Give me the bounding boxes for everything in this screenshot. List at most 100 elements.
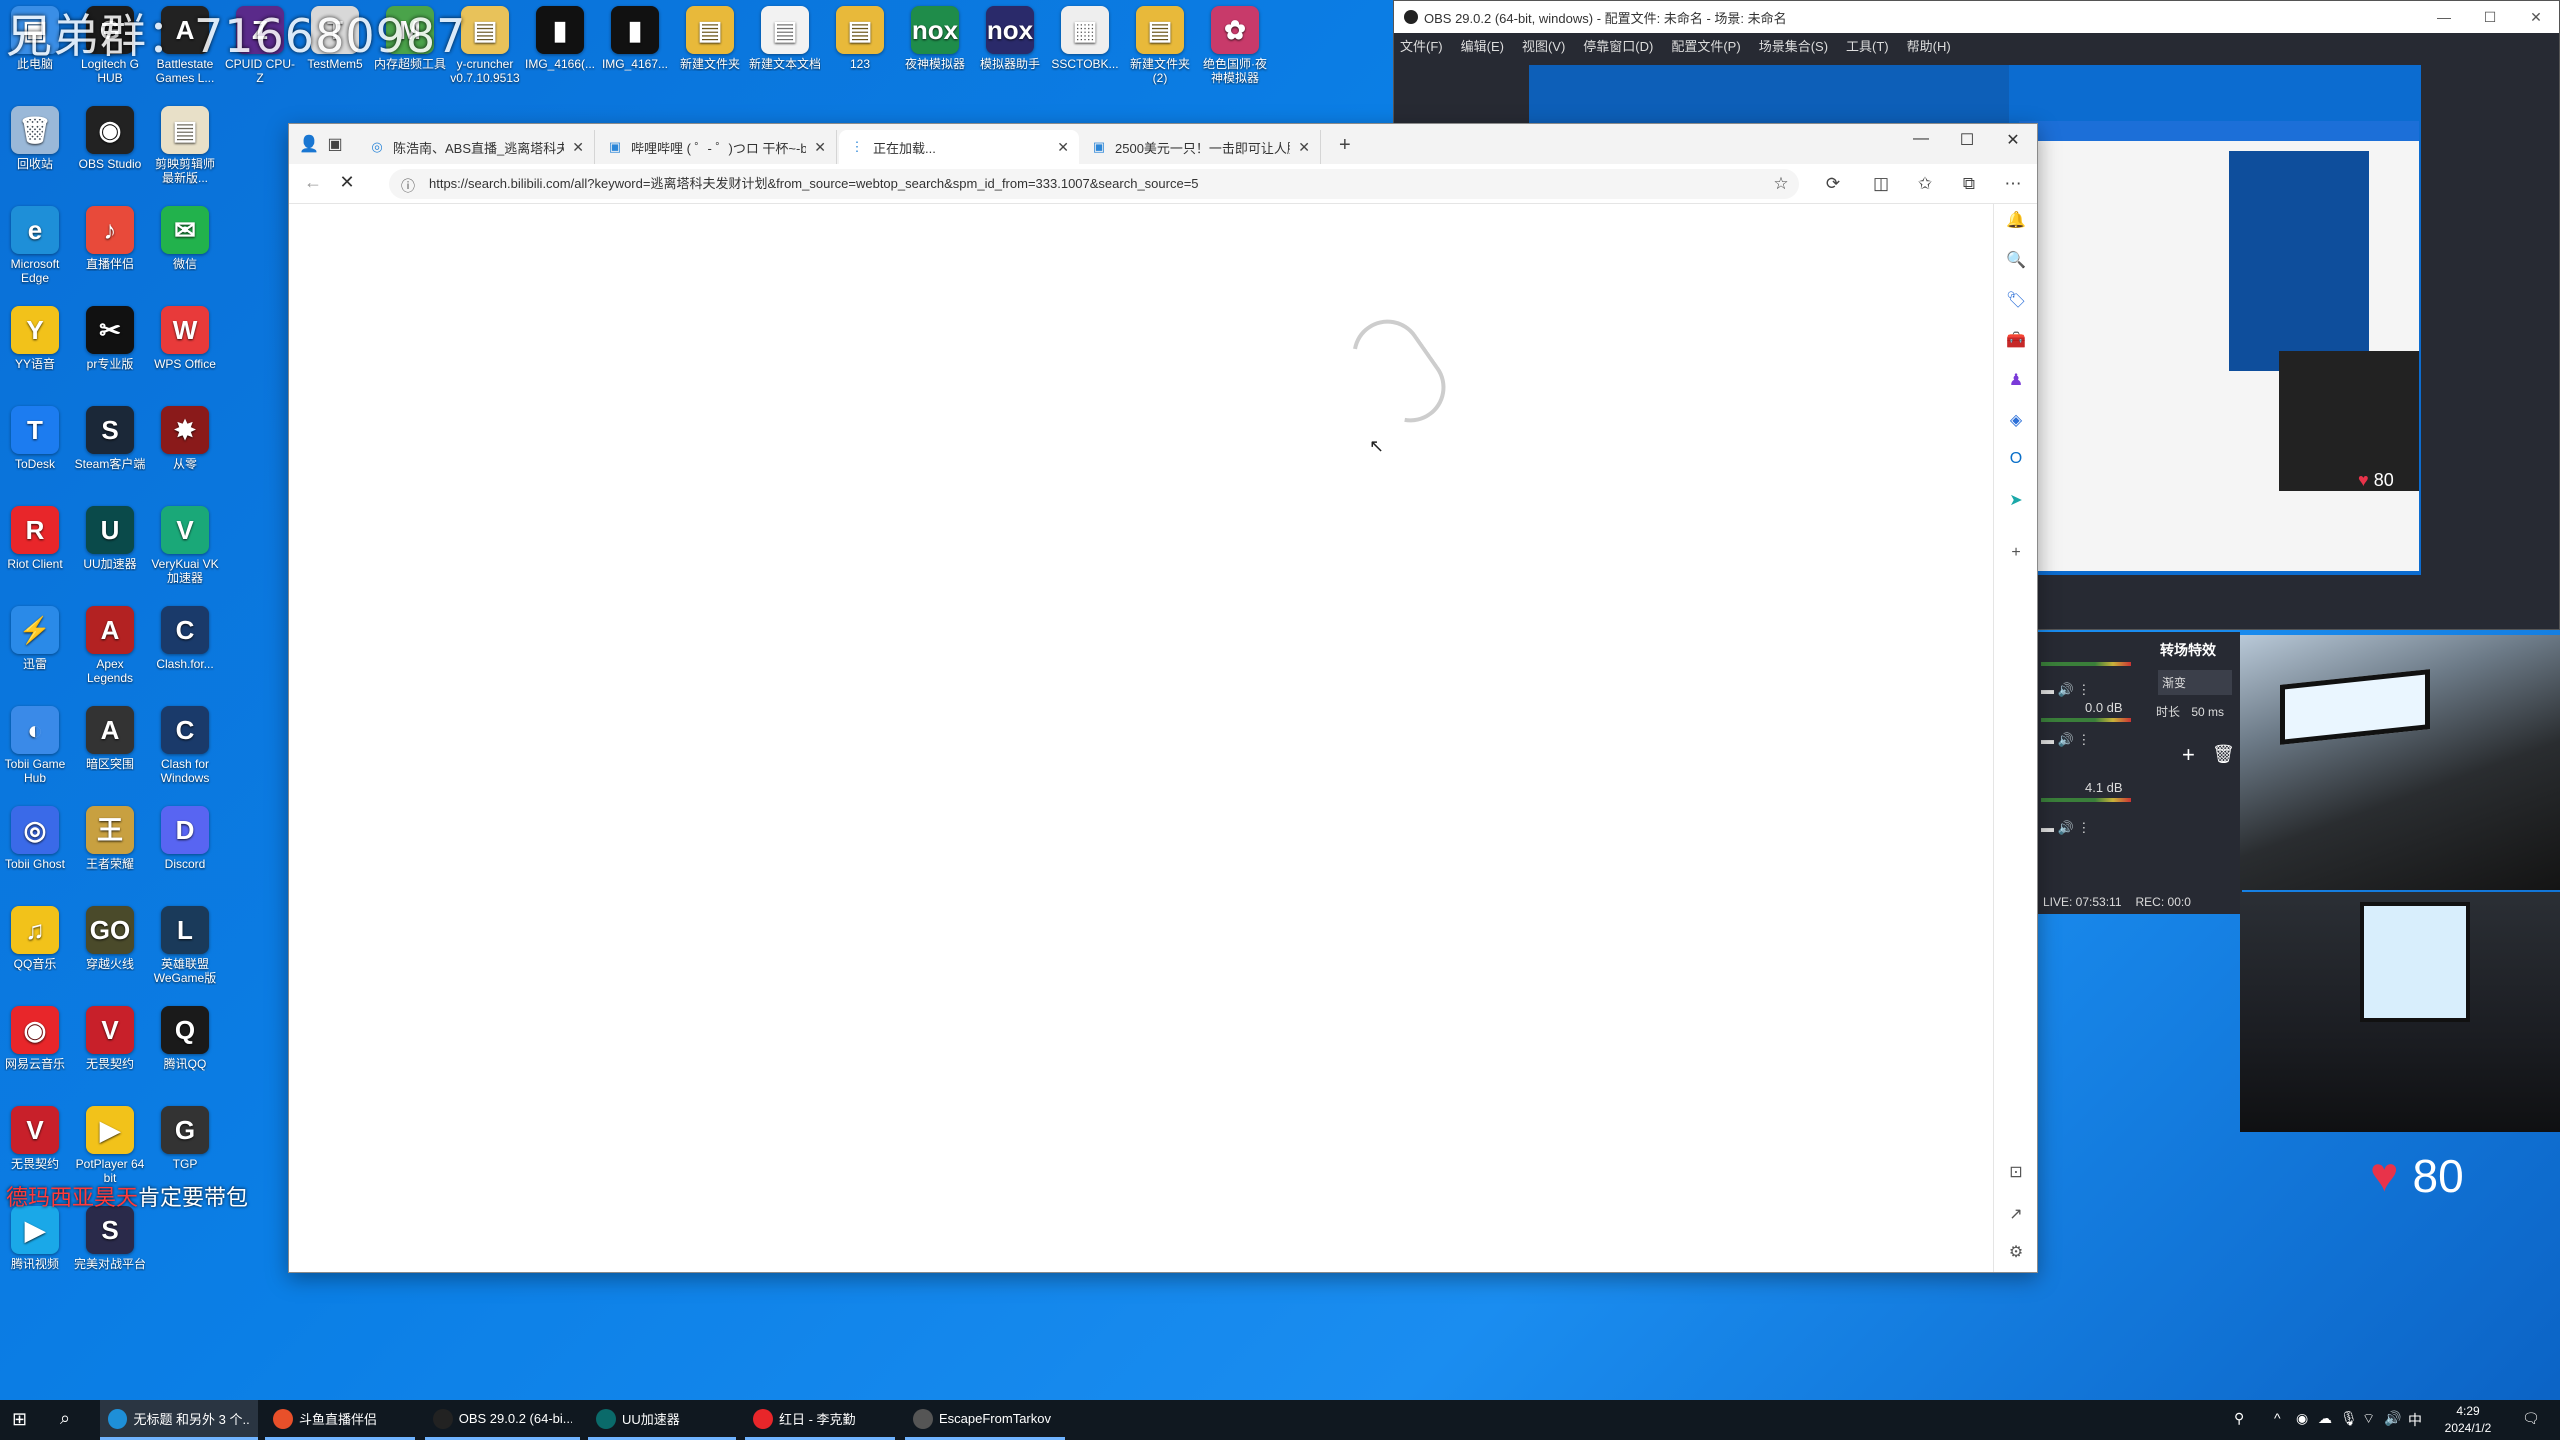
taskbar-app[interactable]: 无标题 和另外 3 个... [100, 1400, 258, 1440]
tray-app-icon[interactable]: ◉ [2296, 1410, 2308, 1427]
ime-indicator[interactable]: 中 [2408, 1410, 2422, 1430]
obs-menu-item[interactable]: 视图(V) [1522, 36, 1565, 55]
open-external-icon[interactable]: ↗ [2004, 1204, 2028, 1228]
tab-close-icon[interactable]: ✕ [1057, 139, 1069, 156]
desktop-icon[interactable]: C Clash.for... [149, 606, 221, 671]
collections-icon[interactable]: ⧉ [1957, 174, 1981, 194]
desktop-icon[interactable]: ▤ 剪映剪辑师 最新版... [149, 106, 221, 185]
desktop-icon[interactable]: T ToDesk [0, 406, 71, 471]
desktop-icon[interactable]: V 无畏契约 [0, 1106, 71, 1171]
browser-tab[interactable]: ◎ 陈浩南、ABS直播_逃离塔科夫直... ✕ [359, 130, 595, 164]
taskbar-app[interactable]: 斗鱼直播伴侣 [265, 1400, 415, 1440]
back-icon[interactable]: ← [299, 172, 327, 193]
transition-duration[interactable]: 时长 50 ms [2156, 703, 2234, 720]
site-info-icon[interactable]: ⓘ [401, 176, 415, 196]
desktop-icon[interactable]: ✿ 绝色国师·夜神模拟器 [1199, 6, 1271, 85]
microphone-icon[interactable]: 🎙 [2340, 1410, 2358, 1427]
obs-menu-item[interactable]: 停靠窗口(D) [1583, 36, 1653, 55]
delete-transition-icon[interactable]: 🗑 [2212, 744, 2235, 765]
windows-start-icon[interactable]: ⊞ [12, 1409, 27, 1430]
mixer-controls[interactable]: ▬ 🔊 ⋮ [2041, 732, 2090, 748]
wifi-icon[interactable]: ⌔ [2362, 1410, 2375, 1428]
obs-menu-item[interactable]: 帮助(H) [1907, 36, 1951, 55]
desktop-icon[interactable]: ✉ 微信 [149, 206, 221, 271]
screenshot-icon[interactable]: ⊡ [2004, 1162, 2028, 1186]
network-status-icon[interactable]: ⚲ [2234, 1410, 2244, 1427]
favorites-icon[interactable]: ✩ [1913, 174, 1937, 194]
more-menu-icon[interactable]: ⋯ [2001, 174, 2025, 194]
tab-close-icon[interactable]: ✕ [814, 139, 826, 156]
desktop-icon[interactable]: e Microsoft Edge [0, 206, 71, 285]
maximize-icon[interactable]: ☐ [1944, 130, 1990, 150]
desktop-icon[interactable]: R Riot Client [0, 506, 71, 571]
show-hidden-icons-icon[interactable]: ^ [2274, 1410, 2281, 1426]
desktop-icon[interactable]: ▤ 123 [824, 6, 896, 71]
shopping-icon[interactable]: 🏷 [2004, 290, 2028, 314]
desktop-icon[interactable]: ▤ 新建文本文档 [749, 6, 821, 71]
mixer-controls[interactable]: ▬ 🔊 ⋮ [2041, 820, 2090, 836]
desktop-icon[interactable]: ▶ PotPlayer 64 bit [74, 1106, 146, 1185]
browser-tab[interactable]: ▣ 2500美元一只！一击即可让人脑... ✕ [1081, 130, 1321, 164]
minimize-icon[interactable]: — [2421, 9, 2467, 26]
desktop-icon[interactable]: ◐ Tobii Game Hub [0, 706, 71, 785]
outlook-icon[interactable]: O [2004, 450, 2028, 474]
desktop-icon[interactable]: Q 腾讯QQ [149, 1006, 221, 1071]
desktop-icon[interactable]: V VeryKuai VK加速器 [149, 506, 221, 585]
desktop-icon[interactable]: nox 模拟器助手 [974, 6, 1046, 71]
search-icon[interactable]: ⌕ [60, 1408, 70, 1429]
split-screen-icon[interactable]: ◫ [1869, 174, 1893, 194]
obs-menu-item[interactable]: 配置文件(P) [1671, 36, 1740, 55]
new-tab-button[interactable]: + [1339, 134, 1351, 157]
taskbar-app[interactable]: UU加速器 [588, 1400, 736, 1440]
desktop-icon[interactable]: U UU加速器 [74, 506, 146, 571]
obs-titlebar[interactable]: OBS 29.0.2 (64-bit, windows) - 配置文件: 未命名… [1394, 1, 2559, 33]
office-icon[interactable]: ◈ [2004, 410, 2028, 434]
desktop-icon[interactable]: ♪ 直播伴侣 [74, 206, 146, 271]
desktop-icon[interactable]: ▮ IMG_4167... [599, 6, 671, 71]
desktop-icon[interactable]: ⚡ 迅雷 [0, 606, 71, 671]
volume-icon[interactable]: 🔊 [2384, 1410, 2401, 1427]
add-transition-icon[interactable]: + [2182, 742, 2195, 768]
close-icon[interactable]: ✕ [1990, 130, 2036, 150]
edge-browser-window[interactable]: 👤 ▣ ◎ 陈浩南、ABS直播_逃离塔科夫直... ✕ ▣ 哔哩哔哩 ( ゜- ゜)つロ… [288, 123, 2038, 1273]
desktop-icon[interactable]: ◉ OBS Studio [74, 106, 146, 171]
browser-tab[interactable]: ▣ 哔哩哔哩 ( ゜- ゜)つロ 干杯~-bili... ✕ [597, 130, 837, 164]
desktop-icon[interactable]: ◉ 网易云音乐 [0, 1006, 71, 1071]
desktop-icon[interactable]: ▮ IMG_4166(... [524, 6, 596, 71]
desktop-icon[interactable]: C Clash for Windows [149, 706, 221, 785]
mixer-controls[interactable]: ▬ 🔊 ⋮ [2041, 682, 2090, 698]
desktop-icon[interactable]: S 完美对战平台 [74, 1206, 146, 1271]
desktop-icon[interactable]: A 暗区突围 [74, 706, 146, 771]
system-clock[interactable]: 4:29 2024/1/2 [2428, 1403, 2508, 1437]
desktop-icon[interactable]: ✸ 从零 [149, 406, 221, 471]
maximize-icon[interactable]: ☐ [2467, 9, 2513, 26]
notifications-icon[interactable]: 🗨 [2522, 1410, 2540, 1427]
browser-tab[interactable]: ⋮ 正在加载... ✕ [839, 130, 1079, 164]
obs-menu-item[interactable]: 工具(T) [1846, 36, 1889, 55]
desktop-icon[interactable]: ▦ SSCTOBK... [1049, 6, 1121, 71]
desktop-icon[interactable]: ▶ 腾讯视频 [0, 1206, 71, 1271]
desktop-icon[interactable]: G TGP [149, 1106, 221, 1171]
tab-actions-icon[interactable]: ▣ [325, 134, 345, 154]
url-input[interactable]: https://search.bilibili.com/all?keyword=… [389, 169, 1799, 199]
games-icon[interactable]: ♟ [2004, 370, 2028, 394]
favorite-star-icon[interactable]: ☆ [1769, 174, 1793, 194]
desktop-icon[interactable]: A Apex Legends [74, 606, 146, 685]
drop-icon[interactable]: ➤ [2004, 490, 2028, 514]
desktop-icon[interactable]: D Discord [149, 806, 221, 871]
page-content[interactable]: ↖ [289, 204, 1994, 1272]
add-sidebar-app-icon[interactable]: + [2004, 544, 2028, 568]
search-icon[interactable]: 🔍 [2004, 250, 2028, 274]
desktop-icon[interactable]: W WPS Office [149, 306, 221, 371]
stop-loading-icon[interactable]: ✕ [333, 172, 361, 193]
desktop-icon[interactable]: ▤ 新建文件夹 (2) [1124, 6, 1196, 85]
bell-icon[interactable]: 🔔 [2004, 210, 2028, 234]
cloud-icon[interactable]: ☁ [2318, 1410, 2332, 1427]
profile-icon[interactable]: 👤 [299, 134, 319, 154]
tab-close-icon[interactable]: ✕ [1298, 139, 1310, 156]
desktop-icon[interactable]: L 英雄联盟 WeGame版 [149, 906, 221, 985]
taskbar-app[interactable]: EscapeFromTarkov [905, 1400, 1065, 1440]
desktop-icon[interactable]: nox 夜神模拟器 [899, 6, 971, 71]
desktop-icon[interactable]: GO 穿越火线 [74, 906, 146, 971]
obs-menu-item[interactable]: 编辑(E) [1461, 36, 1504, 55]
